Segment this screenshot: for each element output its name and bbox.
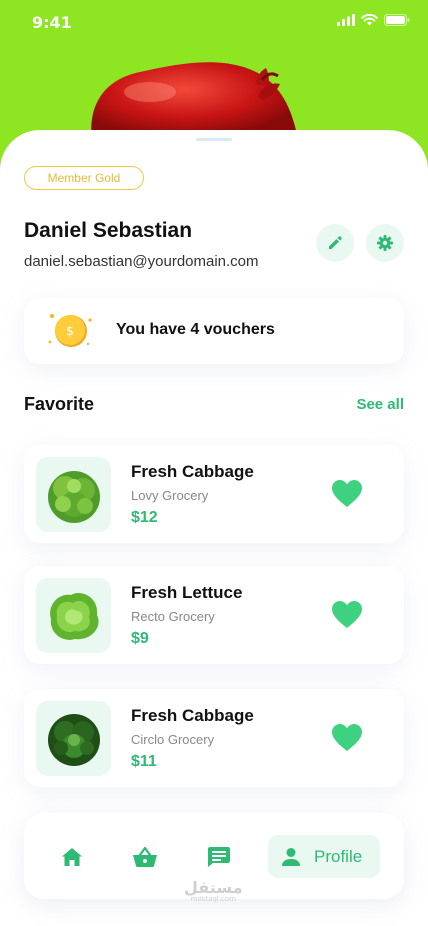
voucher-card[interactable]: $ You have 4 vouchers [24,298,404,364]
favorite-item[interactable]: Fresh Cabbage Lovy Grocery $12 [24,445,404,543]
nav-messages[interactable] [206,845,232,869]
product-name: Fresh Cabbage [131,462,254,481]
coin-symbol: $ [66,324,74,338]
product-price: $11 [131,753,157,770]
chat-icon [208,847,230,867]
product-name: Fresh Cabbage [131,706,254,725]
product-price: $12 [131,509,158,526]
profile-name: Daniel Sebastian [24,219,193,242]
product-store: Lovy Grocery [131,488,209,503]
status-time: 9:41 [32,13,72,32]
home-icon [62,848,82,866]
product-name: Fresh Lettuce [131,583,243,602]
settings-button[interactable] [366,224,404,262]
voucher-text: You have 4 vouchers [116,321,275,338]
user-icon [282,847,300,866]
signal-icon [337,14,355,26]
coin-icon: $ [46,310,96,352]
battery-icon [384,14,410,26]
product-image [36,701,111,776]
profile-sheet: Member Gold Daniel Sebastian daniel.seba… [0,130,428,926]
product-store: Circlo Grocery [131,732,215,747]
heart-icon[interactable] [332,480,362,508]
favorite-item[interactable]: Fresh Cabbage Circlo Grocery $11 [24,689,404,787]
sheet-grabber[interactable] [196,138,232,141]
product-image [36,578,111,653]
basket-icon [133,847,157,867]
favorite-section-title: Favorite [24,394,95,414]
heart-icon[interactable] [332,724,362,752]
heart-icon[interactable] [332,601,362,629]
status-icons [337,14,410,26]
favorite-item[interactable]: Fresh Lettuce Recto Grocery $9 [24,566,404,664]
product-price: $9 [131,630,149,647]
member-badge: Member Gold [24,166,144,190]
watermark-sub: mostaql.com [190,895,236,903]
nav-home[interactable] [59,845,85,869]
gear-icon [377,235,393,251]
product-store: Recto Grocery [131,609,215,624]
wifi-icon [361,14,378,26]
product-image [36,457,111,532]
pencil-icon [329,236,342,249]
nav-profile-label: Profile [314,846,363,866]
profile-email: daniel.sebastian@yourdomain.com [24,253,259,270]
status-bar: 9:41 [0,0,428,44]
see-all-link[interactable]: See all [356,396,404,413]
nav-basket[interactable] [132,845,158,869]
watermark: مستقل mostaql.com [184,878,243,903]
nav-profile[interactable]: Profile [268,835,380,878]
edit-profile-button[interactable] [316,224,354,262]
